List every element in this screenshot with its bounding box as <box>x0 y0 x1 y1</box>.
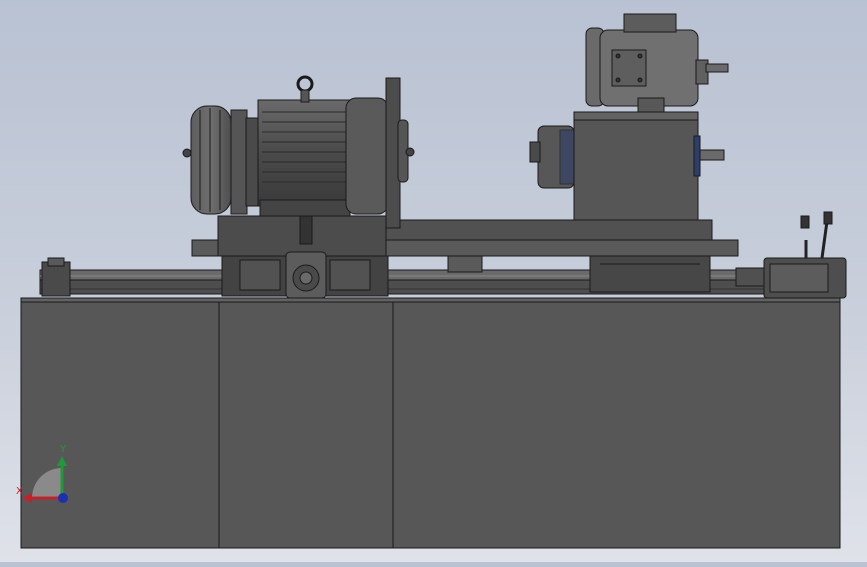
cad-viewport[interactable]: Y X <box>0 0 867 562</box>
spindle-head <box>529 111 725 221</box>
base-cabinet <box>20 297 841 549</box>
top-motor <box>585 13 729 113</box>
servo-motor <box>735 211 847 299</box>
z-axis-dot <box>58 493 68 503</box>
x-axis-label: X <box>16 486 23 497</box>
left-drive-motor <box>182 75 415 229</box>
machine-assembly-drawing: Y X <box>16 13 847 549</box>
y-axis-label: Y <box>59 444 67 455</box>
